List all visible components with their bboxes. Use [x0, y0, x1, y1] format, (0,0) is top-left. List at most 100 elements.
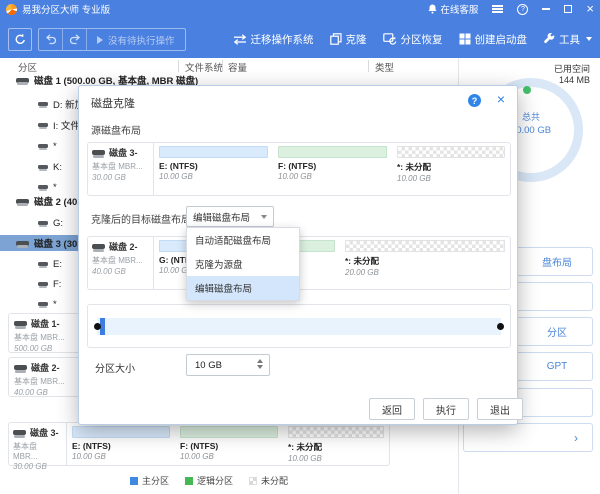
tree-item-label: * [53, 140, 57, 152]
undo-button[interactable] [39, 29, 63, 50]
partition-label: *: 未分配 [288, 442, 323, 452]
pending-operations-button[interactable]: 没有待执行操作 [87, 29, 185, 50]
refresh-button[interactable] [8, 28, 32, 51]
tools-button[interactable]: 工具 [543, 32, 592, 47]
partition-size: 10.00 GB [159, 172, 193, 181]
tree-item-label: * [53, 181, 57, 193]
migrate-os-button[interactable]: 迁移操作系统 [233, 32, 314, 47]
partition-icon [38, 185, 48, 191]
partition-resize-slider[interactable] [94, 318, 504, 335]
menu-option-edit-layout[interactable]: 编辑磁盘布局 [187, 276, 299, 300]
disk2-card[interactable]: 磁盘 2- 基本盘 MBR... 40.00 GB [8, 357, 88, 397]
tree-item-label: G: [53, 217, 64, 229]
migrate-os-icon [233, 33, 246, 45]
dialog-help-icon[interactable]: ? [468, 94, 481, 107]
refresh-icon [15, 33, 25, 44]
disk2-size: 40.00 GB [14, 388, 48, 397]
disk3-name: 磁盘 3- [30, 428, 59, 438]
disk1-size: 500.00 GB [14, 344, 53, 353]
disk1-name: 磁盘 1- [31, 319, 60, 329]
minimize-button[interactable] [542, 8, 551, 10]
tools-label: 工具 [559, 33, 580, 46]
disk3-partition-f[interactable]: F: (NTFS) 10.00 GB [175, 423, 283, 465]
disk3-partition-e[interactable]: E: (NTFS) 10.00 GB [67, 423, 175, 465]
app-logo-icon [6, 3, 17, 15]
maximize-button[interactable] [564, 5, 573, 13]
partition-size-input[interactable]: 10 GB [186, 354, 270, 376]
source-disk-size: 30.00 GB [92, 173, 126, 182]
partition-bar [180, 426, 278, 438]
target-disk-name: 磁盘 2- [109, 242, 138, 252]
partition-recovery-button[interactable]: 分区恢复 [382, 32, 443, 47]
partition-legend: 主分区 逻辑分区 未分配 [130, 474, 288, 487]
create-bootable-disk-icon [459, 33, 470, 45]
back-button[interactable]: 返回 [369, 398, 415, 420]
dialog-close-icon[interactable]: × [497, 91, 505, 107]
source-partition-e[interactable]: E: (NTFS) 10.00 GB [154, 143, 273, 195]
disk3-map-row: 磁盘 3- 基本盘 MBR... 30.00 GB E: (NTFS) 10.0… [8, 422, 390, 471]
create-bootable-disk-button[interactable]: 创建启动盘 [459, 32, 528, 47]
sidebar-more-button[interactable]: › [463, 423, 593, 452]
clone-icon [329, 33, 342, 45]
menu-option-auto-fit[interactable]: 自动适配磁盘布局 [187, 228, 299, 252]
disk3-partition-unallocated[interactable]: *: 未分配 10.00 GB [283, 423, 389, 465]
source-partition-unallocated[interactable]: *: 未分配 10.00 GB [392, 143, 510, 195]
disk-icon [14, 321, 27, 329]
create-bootable-disk-label: 创建启动盘 [474, 33, 528, 46]
tree-item-label: K: [53, 161, 62, 173]
tree-item-label: F: [53, 278, 62, 290]
layout-mode-select[interactable]: 编辑磁盘布局 [186, 206, 274, 227]
tree-item-label: E: [53, 258, 62, 270]
disk-clone-dialog: 磁盘克隆 ? × 源磁盘布局 磁盘 3- 基本盘 MBR... 30.00 GB… [78, 85, 523, 425]
toolbar: 没有待执行操作 迁移操作系统 克隆 分区恢复 创建启动盘 工具 [0, 18, 600, 58]
online-support-label: 在线客服 [440, 5, 479, 16]
chevron-right-icon: › [574, 430, 578, 445]
partition-icon [38, 123, 48, 129]
disk-icon [16, 240, 29, 248]
execute-button[interactable]: 执行 [423, 398, 469, 420]
slider-left-handle[interactable] [94, 323, 101, 330]
help-icon[interactable]: ? [517, 3, 529, 15]
tools-icon [544, 33, 555, 44]
legend-unallocated-label: 未分配 [261, 476, 289, 486]
redo-button[interactable] [63, 29, 87, 50]
legend-primary-label: 主分区 [142, 476, 170, 486]
source-disk-row: 磁盘 3- 基本盘 MBR... 30.00 GB E: (NTFS) 10.0… [87, 142, 511, 196]
target-disk-card: 磁盘 2- 基本盘 MBR... 40.00 GB [88, 237, 154, 289]
redo-icon [69, 34, 80, 45]
partition-size: 10.00 GB [278, 172, 312, 181]
partition-label: F: (NTFS) [278, 161, 317, 171]
stepper-up-icon[interactable] [257, 359, 263, 363]
used-space-value: 144 MB [558, 75, 590, 85]
partition-bar [288, 426, 384, 438]
partition-bar [397, 146, 505, 158]
disk1-type: 基本盘 MBR... [14, 333, 65, 342]
disk1-card[interactable]: 磁盘 1- 基本盘 MBR... 500.00 GB [8, 313, 88, 353]
bell-icon [428, 4, 437, 14]
exit-button[interactable]: 退出 [477, 398, 523, 420]
disk3-card[interactable]: 磁盘 3- 基本盘 MBR... 30.00 GB [9, 423, 67, 471]
close-button[interactable]: × [586, 2, 594, 15]
stepper-down-icon[interactable] [257, 365, 263, 369]
source-disk-card: 磁盘 3- 基本盘 MBR... 30.00 GB [88, 143, 154, 195]
menu-icon[interactable] [492, 8, 504, 10]
stepper-icon[interactable] [257, 359, 263, 369]
app-title: 易我分区大师 专业版 [22, 5, 111, 16]
play-icon [97, 35, 103, 44]
partition-icon [38, 302, 48, 308]
layout-mode-value: 编辑磁盘布局 [193, 212, 251, 224]
target-partition-unallocated[interactable]: *: 未分配 20.00 GB [340, 237, 510, 289]
source-disk-type: 基本盘 MBR... [92, 162, 143, 171]
source-partition-f[interactable]: F: (NTFS) 10.00 GB [273, 143, 392, 195]
menu-option-clone-as-source[interactable]: 克隆为源盘 [187, 252, 299, 276]
legend-logical-label: 逻辑分区 [197, 476, 234, 486]
disk-icon [92, 150, 105, 158]
slider-right-handle[interactable] [497, 323, 504, 330]
pending-operations-group: 没有待执行操作 [38, 28, 186, 51]
clone-button[interactable]: 克隆 [329, 32, 367, 47]
disk-icon [92, 244, 105, 252]
online-support-button[interactable]: 在线客服 [428, 2, 478, 16]
tree-item-label: I: 文件 [53, 121, 80, 132]
chevron-down-icon [261, 215, 267, 219]
partition-recovery-label: 分区恢复 [400, 33, 443, 46]
